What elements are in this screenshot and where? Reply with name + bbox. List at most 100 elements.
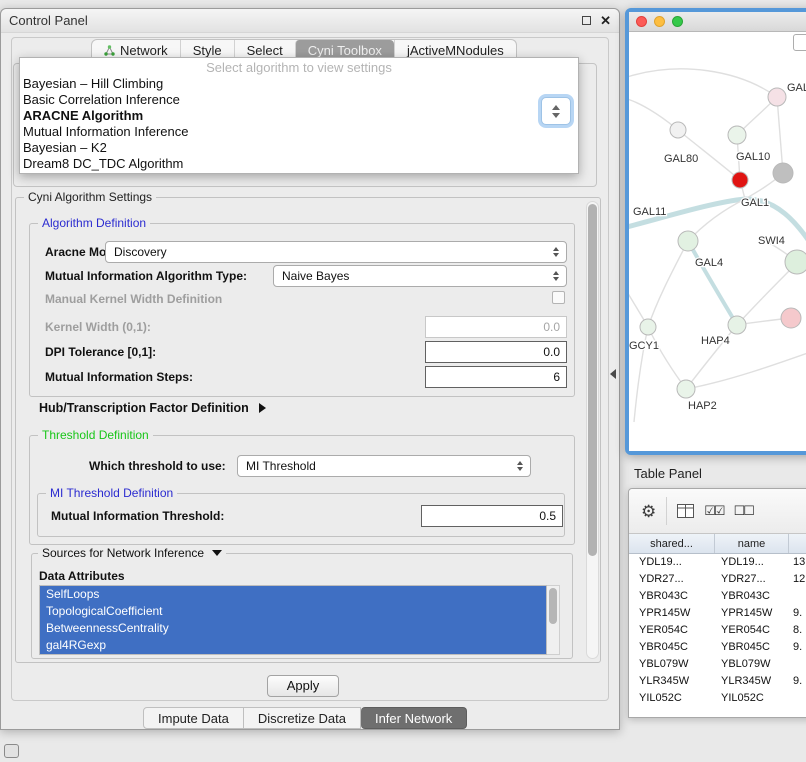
algorithm-option[interactable]: Bayesian – K2 (20, 140, 578, 156)
dpi-tolerance-field[interactable]: 0.0 (425, 341, 567, 363)
combo-arrows-icon (553, 271, 559, 281)
manual-kernel-checkbox[interactable] (552, 291, 565, 304)
mi-algorithm-type-select[interactable]: Naive Bayes (273, 265, 567, 287)
tab-style-label: Style (193, 43, 222, 58)
sources-group-title-wrap: Sources for Network Inference (38, 546, 226, 560)
float-window-icon[interactable] (582, 16, 591, 25)
node-label: GAL (787, 82, 806, 94)
minimize-traffic-light[interactable] (654, 16, 665, 27)
network-node[interactable] (785, 250, 806, 274)
table-row[interactable]: YIL052C YIL052C (629, 690, 806, 707)
mi-threshold-field[interactable]: 0.5 (421, 505, 563, 527)
tab-select-label: Select (247, 43, 283, 58)
collapsed-arrow-icon[interactable] (259, 403, 266, 413)
cell-shared-name: YBL079W (629, 656, 715, 673)
minimized-panel-icon[interactable] (4, 744, 19, 758)
aracne-mode-select[interactable]: Discovery (105, 241, 567, 263)
table-row[interactable]: YBR043C YBR043C (629, 588, 806, 605)
scrollbar-thumb[interactable] (588, 204, 597, 556)
table-row[interactable]: YPR145W YPR145W 9. (629, 605, 806, 622)
algorithm-option[interactable]: Dream8 DC_TDC Algorithm (20, 156, 578, 172)
table-row[interactable]: YER054C YER054C 8. (629, 622, 806, 639)
zoom-traffic-light[interactable] (672, 16, 683, 27)
tab-impute-data[interactable]: Impute Data (143, 707, 244, 729)
data-attributes-label: Data Attributes (39, 569, 125, 583)
network-node[interactable] (768, 88, 786, 106)
attribute-item-selected[interactable]: TopologicalCoefficient (40, 603, 546, 620)
deselect-all-icon[interactable]: ☐☐ (734, 503, 753, 519)
aracne-mode-value: Discovery (114, 245, 167, 259)
algorithm-option[interactable]: Basic Correlation Inference (20, 92, 578, 108)
expanded-arrow-icon[interactable] (212, 550, 222, 556)
column-header-name[interactable]: name (715, 534, 789, 553)
attribute-item-selected[interactable]: gal4RGexp (40, 637, 546, 654)
network-view-window: GAL GAL80 GAL10 GAL11 GAL1 SWI4 GAL4 GCY… (625, 8, 806, 455)
popup-placeholder: Select algorithm to view settings (20, 60, 578, 76)
network-node[interactable] (728, 126, 746, 144)
which-threshold-select[interactable]: MI Threshold (237, 455, 531, 477)
network-window-titlebar[interactable] (629, 12, 806, 32)
combo-arrows-icon (553, 247, 559, 257)
spinner-down-icon (552, 113, 560, 118)
select-all-icon[interactable]: ☑☑ (704, 503, 723, 519)
network-node-gal4[interactable] (678, 231, 698, 251)
control-panel-window: Control Panel ✕ Network Style Select Cyn… (0, 8, 620, 730)
cell-extra: 9. (789, 673, 806, 690)
kernel-width-field[interactable]: 0.0 (425, 316, 567, 338)
attribute-item-selected[interactable]: SelfLoops (40, 586, 546, 603)
cell-name: YIL052C (715, 690, 789, 707)
tab-discretize-data[interactable]: Discretize Data (244, 707, 361, 729)
cell-extra: 13 (789, 554, 806, 571)
table-row[interactable]: YDL19... YDL19... 13 (629, 554, 806, 571)
cell-name: YLR345W (715, 673, 789, 690)
attribute-item-selected[interactable]: BetweennessCentrality (40, 620, 546, 637)
apply-button[interactable]: Apply (267, 675, 339, 697)
network-node[interactable] (773, 163, 793, 183)
table-row[interactable]: YLR345W YLR345W 9. (629, 673, 806, 690)
network-node-gcy1[interactable] (640, 319, 656, 335)
network-node-hap4[interactable] (728, 316, 746, 334)
column-header-extra[interactable] (789, 534, 806, 553)
network-node[interactable] (781, 308, 801, 328)
table-panel-title: Table Panel (634, 466, 702, 481)
cell-shared-name: YDL19... (629, 554, 715, 571)
column-header-shared-name[interactable]: shared... (629, 534, 715, 553)
network-canvas[interactable]: GAL GAL80 GAL10 GAL11 GAL1 SWI4 GAL4 GCY… (629, 32, 806, 451)
dpi-tolerance-label: DPI Tolerance [0,1]: (45, 341, 156, 363)
node-label: GAL4 (695, 257, 723, 269)
tab-cyni-toolbox-label: Cyni Toolbox (308, 43, 382, 58)
node-label: HAP4 (701, 335, 730, 347)
cell-name: YER054C (715, 622, 789, 639)
gear-icon[interactable]: ⚙ (641, 503, 656, 520)
hub-section-label: Hub/Transcription Factor Definition (39, 401, 249, 415)
network-toolbar-button[interactable] (793, 34, 806, 51)
desktop: Control Panel ✕ Network Style Select Cyn… (0, 0, 806, 762)
mi-steps-field[interactable]: 6 (425, 366, 567, 388)
splitter-collapse-arrow[interactable] (610, 369, 616, 379)
sources-title: Sources for Network Inference (42, 546, 204, 560)
cell-shared-name: YDR27... (629, 571, 715, 588)
algorithm-combo-arrow-button[interactable] (541, 97, 571, 125)
columns-icon[interactable] (677, 504, 694, 518)
attribute-list-scrollbar[interactable] (547, 585, 560, 655)
close-icon[interactable]: ✕ (600, 14, 611, 27)
table-row[interactable]: YBL079W YBL079W (629, 656, 806, 673)
algorithm-option[interactable]: Bayesian – Hill Climbing (20, 76, 578, 92)
tab-infer-network[interactable]: Infer Network (361, 707, 467, 729)
settings-scrollbar[interactable] (586, 201, 599, 659)
control-panel-titlebar[interactable]: Control Panel ✕ (1, 9, 619, 33)
network-node[interactable] (670, 122, 686, 138)
data-attributes-list[interactable]: SelfLoops TopologicalCoefficient Between… (39, 585, 547, 655)
network-node-hap2[interactable] (677, 380, 695, 398)
network-node-gal10[interactable] (732, 172, 748, 188)
algorithm-option-selected[interactable]: ARACNE Algorithm (20, 108, 578, 124)
table-row[interactable]: YBR045C YBR045C 9. (629, 639, 806, 656)
cell-extra: 12 (789, 571, 806, 588)
hub-transcription-factor-section[interactable]: Hub/Transcription Factor Definition (39, 401, 266, 415)
scrollbar-thumb[interactable] (549, 588, 557, 624)
settings-group-title: Cyni Algorithm Settings (24, 190, 156, 204)
algorithm-option[interactable]: Mutual Information Inference (20, 124, 578, 140)
node-label: GAL1 (741, 197, 769, 209)
table-row[interactable]: YDR27... YDR27... 12 (629, 571, 806, 588)
close-traffic-light[interactable] (636, 16, 647, 27)
